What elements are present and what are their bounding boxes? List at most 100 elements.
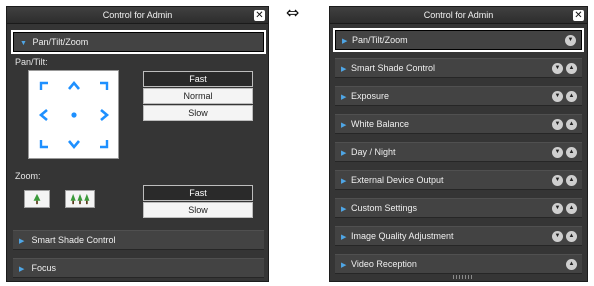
pan-left-button[interactable] — [29, 100, 59, 129]
right-section-exposure[interactable]: ▶ Exposure ▼ ▲ — [335, 86, 582, 106]
section-label: Day / Night — [351, 147, 396, 157]
section-label: Exposure — [351, 91, 390, 101]
arrow-up-right-icon — [100, 81, 109, 90]
right-section-smart-shade-control[interactable]: ▶ Smart Shade Control ▼ ▲ — [335, 58, 582, 78]
section-move-buttons: ▼ ▲ — [552, 231, 577, 242]
section-move-buttons: ▲ — [566, 259, 577, 270]
zoom-tele-button[interactable] — [65, 190, 95, 208]
section-move-buttons: ▼ ▲ — [552, 91, 577, 102]
section-label: Pan/Tilt/Zoom — [32, 37, 89, 47]
section-move-buttons: ▼ ▲ — [552, 203, 577, 214]
pan-speed-normal[interactable]: Normal — [143, 88, 253, 104]
section-move-buttons: ▼ ▲ — [552, 147, 577, 158]
section-label: Smart Shade Control — [351, 63, 436, 73]
move-down-icon[interactable]: ▼ — [552, 119, 563, 130]
arrow-left-icon — [38, 108, 48, 121]
arrow-down-left-icon — [39, 139, 48, 148]
move-up-icon[interactable]: ▲ — [566, 203, 577, 214]
right-close-button[interactable]: ✕ — [573, 10, 584, 21]
move-up-icon[interactable]: ▲ — [566, 91, 577, 102]
zoom-label: Zoom: — [15, 171, 41, 181]
collapsed-triangle-icon: ▶ — [341, 122, 347, 129]
move-up-icon[interactable]: ▲ — [566, 147, 577, 158]
zoom-wide-button[interactable] — [24, 190, 50, 208]
section-label: White Balance — [351, 119, 410, 129]
section-label: Focus — [31, 263, 57, 273]
left-title-bar: Control for Admin ✕ — [7, 7, 268, 24]
section-move-buttons: ▼ — [565, 35, 576, 46]
move-down-icon[interactable]: ▼ — [565, 35, 576, 46]
right-section-external-device-output[interactable]: ▶ External Device Output ▼ ▲ — [335, 170, 582, 190]
collapsed-triangle-icon: ▶ — [341, 234, 347, 241]
left-control-panel: Control for Admin ✕ ▼ Pan/Tilt/Zoom Pan/… — [6, 6, 269, 282]
single-tree-icon — [33, 193, 41, 205]
move-down-icon[interactable]: ▼ — [552, 147, 563, 158]
center-dot-icon — [71, 111, 77, 118]
forest-icon — [70, 193, 90, 205]
collapsed-triangle-icon: ▶ — [341, 206, 347, 213]
collapsed-triangle-icon: ▶ — [341, 262, 347, 269]
tilt-up-button[interactable] — [59, 71, 89, 100]
left-panel-title: Control for Admin — [102, 10, 173, 20]
section-label: Custom Settings — [351, 203, 418, 213]
arrow-right-icon — [100, 108, 110, 121]
collapsed-triangle-icon: ▶ — [19, 238, 25, 245]
left-section-pan-tilt-zoom[interactable]: ▼ Pan/Tilt/Zoom — [11, 30, 266, 54]
right-section-white-balance[interactable]: ▶ White Balance ▼ ▲ — [335, 114, 582, 134]
move-down-icon[interactable]: ▼ — [552, 231, 563, 242]
pan-up-left-button[interactable] — [29, 71, 59, 100]
section-label: Video Reception — [351, 259, 417, 269]
right-section-pan-tilt-zoom[interactable]: ▶ Pan/Tilt/Zoom ▼ — [333, 28, 584, 52]
section-label: External Device Output — [351, 175, 444, 185]
collapsed-triangle-icon: ▶ — [341, 66, 347, 73]
pan-down-left-button[interactable] — [29, 129, 59, 158]
left-section-smart-shade-control[interactable]: ▶ Smart Shade Control — [13, 230, 264, 250]
section-move-buttons: ▼ ▲ — [552, 119, 577, 130]
zoom-speed-fast[interactable]: Fast — [143, 185, 253, 201]
move-up-icon[interactable]: ▲ — [566, 259, 577, 270]
collapsed-triangle-icon: ▶ — [342, 38, 348, 45]
expanded-triangle-icon: ▼ — [20, 40, 27, 47]
move-down-icon[interactable]: ▼ — [552, 175, 563, 186]
right-section-image-quality-adjustment[interactable]: ▶ Image Quality Adjustment ▼ ▲ — [335, 226, 582, 246]
tilt-down-button[interactable] — [59, 129, 89, 158]
left-close-button[interactable]: ✕ — [254, 10, 265, 21]
resize-grip[interactable] — [453, 275, 473, 279]
pan-speed-slow[interactable]: Slow — [143, 105, 253, 121]
pan-tilt-label: Pan/Tilt: — [15, 57, 48, 67]
section-label: Image Quality Adjustment — [351, 231, 454, 241]
move-down-icon[interactable]: ▼ — [552, 63, 563, 74]
move-up-icon[interactable]: ▲ — [566, 119, 577, 130]
pan-speed-fast[interactable]: Fast — [143, 71, 253, 87]
arrow-up-icon — [68, 80, 80, 90]
right-panel-title: Control for Admin — [423, 10, 494, 20]
right-control-panel: Control for Admin ✕ ▶ Pan/Tilt/Zoom ▼ ▶ Smar… — [329, 6, 588, 282]
right-title-bar: Control for Admin ✕ — [330, 7, 587, 24]
pan-right-button[interactable] — [89, 100, 119, 129]
collapsed-triangle-icon: ▶ — [341, 150, 347, 157]
right-section-day-night[interactable]: ▶ Day / Night ▼ ▲ — [335, 142, 582, 162]
right-section-video-reception[interactable]: ▶ Video Reception ▲ — [335, 254, 582, 274]
move-up-icon[interactable]: ▲ — [566, 231, 577, 242]
collapsed-triangle-icon: ▶ — [19, 266, 25, 273]
right-section-custom-settings[interactable]: ▶ Custom Settings ▼ ▲ — [335, 198, 582, 218]
pan-down-right-button[interactable] — [89, 129, 119, 158]
section-label: Pan/Tilt/Zoom — [352, 35, 408, 45]
section-move-buttons: ▼ ▲ — [552, 175, 577, 186]
move-down-icon[interactable]: ▼ — [552, 203, 563, 214]
pan-up-right-button[interactable] — [89, 71, 119, 100]
home-position-button[interactable] — [59, 100, 89, 129]
arrow-up-left-icon — [39, 81, 48, 90]
zoom-speed-slow[interactable]: Slow — [143, 202, 253, 218]
left-section-focus[interactable]: ▶ Focus — [13, 258, 264, 278]
move-down-icon[interactable]: ▼ — [552, 91, 563, 102]
section-label: Smart Shade Control — [31, 235, 116, 245]
swap-arrow-icon: ⇔ — [286, 3, 300, 22]
pan-tilt-pad — [28, 70, 119, 159]
collapsed-triangle-icon: ▶ — [341, 94, 347, 101]
move-up-icon[interactable]: ▲ — [566, 175, 577, 186]
section-move-buttons: ▼ ▲ — [552, 63, 577, 74]
arrow-down-right-icon — [100, 139, 109, 148]
move-up-icon[interactable]: ▲ — [566, 63, 577, 74]
arrow-down-icon — [68, 139, 80, 149]
